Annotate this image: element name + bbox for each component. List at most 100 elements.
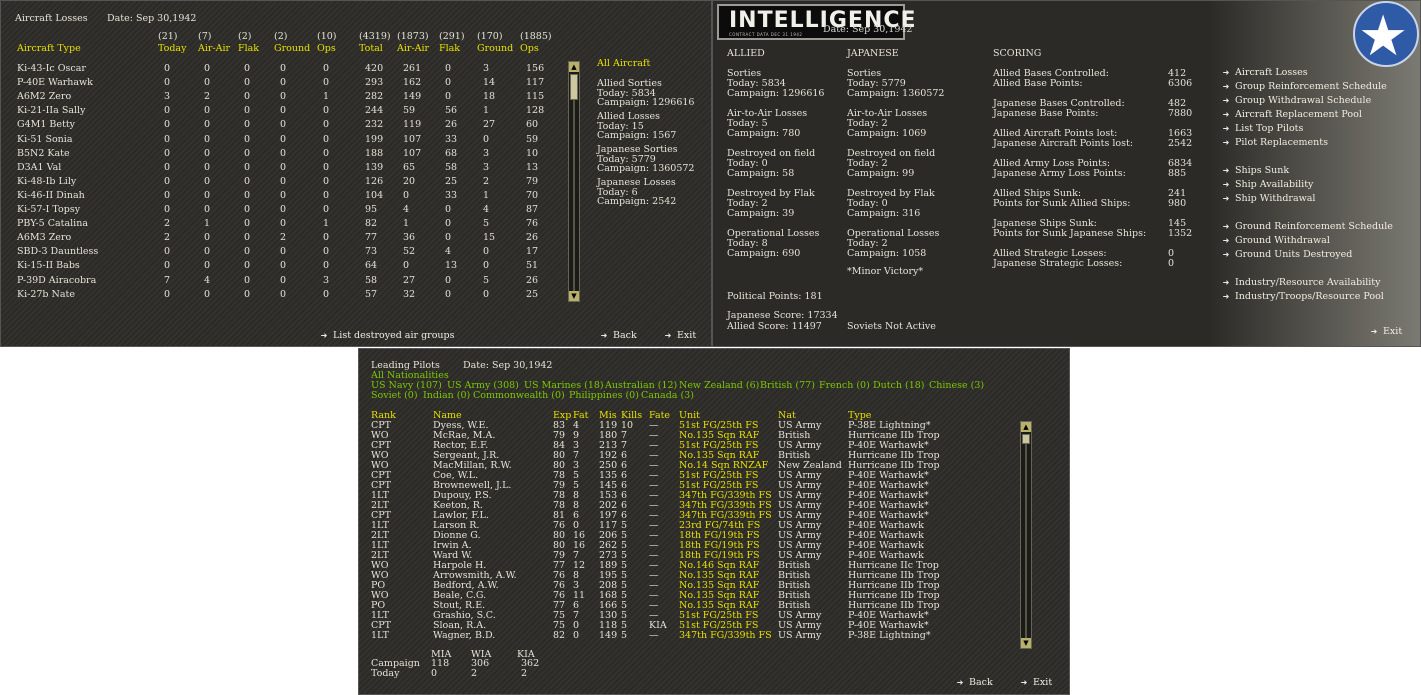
loss-value: 0 xyxy=(280,91,287,103)
list-destroyed-button[interactable]: ➜ List destroyed air groups xyxy=(319,331,455,341)
menu-group-withdrawal-schedule[interactable]: ➜ Group Withdrawal Schedule xyxy=(1221,96,1372,106)
loss-value: 0 xyxy=(244,204,251,215)
aircraft-type[interactable]: B5N2 Kate xyxy=(17,149,70,159)
nationality-filter[interactable]: Canada (3) xyxy=(641,391,694,401)
pilots-exit-button[interactable]: ➜ Exit xyxy=(1019,677,1053,688)
menu-group-reinforcement-schedule[interactable]: ➜ Group Reinforcement Schedule xyxy=(1221,82,1387,92)
loss-value: 107 xyxy=(403,133,422,145)
aircraft-type[interactable]: Ki-51 Sonia xyxy=(17,134,73,145)
aircraft-type[interactable]: Ki-21-IIa Sally xyxy=(17,106,85,116)
total-count: (7) xyxy=(198,31,212,42)
pilots-back-label: Back xyxy=(969,677,993,688)
arrow-icon: ➜ xyxy=(1222,110,1230,119)
nationality-filter[interactable]: Chinese (3) xyxy=(929,381,984,391)
menu-ground-reinforcement-schedule[interactable]: ➜ Ground Reinforcement Schedule xyxy=(1221,222,1393,232)
back-button[interactable]: ➜ Back xyxy=(599,331,637,341)
loss-value: 0 xyxy=(164,63,171,74)
aircraft-type[interactable]: D3A1 Val xyxy=(17,163,61,173)
menu-ship-withdrawal[interactable]: ➜ Ship Withdrawal xyxy=(1221,194,1316,204)
nationality-filter[interactable]: British (77) xyxy=(760,381,815,391)
pilots-exit-label: Exit xyxy=(1033,677,1053,688)
column-header[interactable]: Ground xyxy=(477,44,513,54)
loss-value: 0 xyxy=(204,105,211,117)
loss-value: 0 xyxy=(323,77,330,89)
menu-ship-availability[interactable]: ➜ Ship Availability xyxy=(1221,180,1314,190)
menu-ground-withdrawal[interactable]: ➜ Ground Withdrawal xyxy=(1221,236,1330,246)
aircraft-type[interactable]: SBD-3 Dauntless xyxy=(17,247,98,257)
aircraft-type[interactable]: P-40E Warhawk xyxy=(17,78,93,88)
menu-pilot-replacements[interactable]: ➜ Pilot Replacements xyxy=(1221,138,1328,148)
menu-aircraft-losses[interactable]: ➜ Aircraft Losses xyxy=(1221,68,1308,78)
intel-exit-button[interactable]: ➜ Exit xyxy=(1369,327,1403,337)
scroll-thumb[interactable] xyxy=(570,74,578,100)
score-label: Japanese Army Loss Points: xyxy=(993,168,1126,179)
loss-value: 1 xyxy=(204,218,211,230)
column-header[interactable]: Flak xyxy=(439,44,460,54)
column-header[interactable]: Ops xyxy=(317,44,336,54)
loss-value: 64 xyxy=(365,260,378,272)
arrow-icon: ➜ xyxy=(1222,250,1230,259)
loss-value: 199 xyxy=(365,133,384,145)
loss-value: 60 xyxy=(526,119,539,131)
arrow-icon: ➜ xyxy=(1222,236,1230,245)
aircraft-losses-panel: Aircraft Losses Date: Sep 30,1942 ▲ ▼ Al… xyxy=(0,0,712,347)
loss-value: 33 xyxy=(445,189,458,201)
nationality-filter[interactable]: Indian (0) xyxy=(423,391,470,401)
aircraft-type[interactable]: Ki-57-I Topsy xyxy=(17,205,80,215)
losses-scrollbar[interactable]: ▲ ▼ xyxy=(568,61,580,302)
loss-value: 107 xyxy=(403,147,422,159)
aircraft-type[interactable]: Ki-48-Ib Lily xyxy=(17,177,76,187)
aircraft-type[interactable]: A6M3 Zero xyxy=(17,233,71,243)
aircraft-type[interactable]: Ki-27b Nate xyxy=(17,290,75,300)
column-header[interactable]: Air-Air xyxy=(397,44,429,54)
pilots-back-button[interactable]: ➜ Back xyxy=(955,678,993,688)
loss-value: 0 xyxy=(204,119,211,131)
menu-aircraft-replacement-pool[interactable]: ➜ Aircraft Replacement Pool xyxy=(1221,110,1362,120)
arrow-icon: ➜ xyxy=(1222,292,1230,301)
pilots-scrollbar[interactable]: ▲ ▼ xyxy=(1020,421,1032,649)
menu-ships-sunk[interactable]: ➜ Ships Sunk xyxy=(1221,166,1290,176)
nationality-filter[interactable]: Philippines (0) xyxy=(569,391,639,401)
menu-ground-units-destroyed[interactable]: ➜ Ground Units Destroyed xyxy=(1221,250,1353,260)
loss-value: 0 xyxy=(204,189,211,201)
arrow-icon: ➜ xyxy=(600,331,608,340)
column-header[interactable]: Air-Air xyxy=(198,44,230,54)
aircraft-type[interactable]: Ki-15-II Babs xyxy=(17,261,80,271)
scroll-down-icon[interactable]: ▼ xyxy=(1021,638,1031,648)
aircraft-type[interactable]: P-39D Airacobra xyxy=(17,275,96,286)
menu-industry-resource-availability[interactable]: ➜ Industry/Resource Availability xyxy=(1221,278,1381,288)
nationality-filter[interactable]: French (0) xyxy=(819,381,870,391)
column-header[interactable]: Ground xyxy=(274,44,310,54)
menu-list-top-pilots[interactable]: ➜ List Top Pilots xyxy=(1221,124,1304,134)
arrow-icon: ➜ xyxy=(1222,222,1230,231)
leading-pilots-panel: Leading Pilots Date: Sep 30,1942 All Nat… xyxy=(358,348,1070,695)
loss-value: 0 xyxy=(204,161,211,173)
aircraft-type[interactable]: A6M2 Zero xyxy=(17,92,71,102)
scroll-up-icon[interactable]: ▲ xyxy=(1021,422,1031,432)
aircraft-type[interactable]: G4M1 Betty xyxy=(17,120,75,130)
menu-industry-troops-resource-pool[interactable]: ➜ Industry/Troops/Resource Pool xyxy=(1221,292,1384,302)
column-header[interactable]: Ops xyxy=(520,44,539,54)
column-header[interactable]: Today xyxy=(158,44,186,54)
loss-value: 0 xyxy=(244,175,251,187)
nationality-filter[interactable]: Soviet (0) xyxy=(371,391,418,401)
summary-today: Today xyxy=(371,668,400,679)
loss-value: 0 xyxy=(483,288,490,300)
nationality-filter[interactable]: Commonwealth (0) xyxy=(473,391,565,401)
loss-value: 26 xyxy=(526,232,539,244)
exit-button[interactable]: ➜ Exit xyxy=(663,331,697,341)
nationality-filter[interactable]: Dutch (18) xyxy=(873,381,925,391)
scroll-thumb[interactable] xyxy=(1022,434,1030,444)
column-header[interactable]: Aircraft Type xyxy=(17,44,81,54)
aircraft-type[interactable]: Ki-43-Ic Oscar xyxy=(17,64,86,74)
aircraft-type[interactable]: PBY-5 Catalina xyxy=(17,219,88,229)
loss-value: 0 xyxy=(280,288,287,300)
column-header[interactable]: Total xyxy=(359,44,383,54)
loss-value: 0 xyxy=(244,288,251,300)
pilot-name[interactable]: Wagner, B.D. xyxy=(433,631,495,641)
aircraft-type[interactable]: Ki-46-II Dinah xyxy=(17,191,85,201)
summary-line: Campaign: 1360572 xyxy=(597,163,695,174)
scroll-down-icon[interactable]: ▼ xyxy=(569,291,579,301)
column-header[interactable]: Flak xyxy=(238,44,259,54)
scroll-up-icon[interactable]: ▲ xyxy=(569,62,579,72)
